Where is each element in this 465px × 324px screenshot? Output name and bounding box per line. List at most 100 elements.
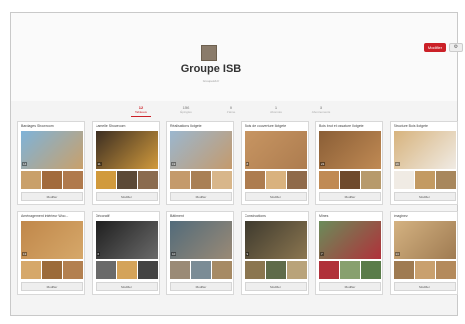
board-card[interactable]: Lamelle Showroom 11 Modifier xyxy=(91,121,160,205)
board-card[interactable]: Constructions 9 Modifier xyxy=(240,211,309,295)
board-thumbnail[interactable] xyxy=(116,171,137,189)
board-title[interactable]: Imaginez xyxy=(394,214,456,218)
board-thumbnail[interactable] xyxy=(244,171,265,189)
edit-board-button[interactable]: Modifier xyxy=(21,282,83,291)
board-cover-image[interactable] xyxy=(393,131,456,169)
board-title[interactable]: Lamelle Showroom xyxy=(96,124,158,128)
stat-followers[interactable]: 1 Abonnés xyxy=(256,105,296,114)
pin-count: 21 xyxy=(320,162,326,166)
board-title[interactable]: Constructions xyxy=(245,214,307,218)
board-thumbnail[interactable] xyxy=(116,261,137,279)
board-title[interactable]: Bois brut et ossature Ilotgete xyxy=(319,124,381,128)
pin-count: 19 xyxy=(171,162,177,166)
board-cover-image[interactable] xyxy=(21,221,83,259)
pin-count: 8 xyxy=(245,162,250,166)
edit-board-button[interactable]: Modifier xyxy=(170,282,232,291)
edit-board-button[interactable]: Modifier xyxy=(393,192,456,201)
board-thumbnail[interactable] xyxy=(170,171,190,189)
board-cover-image[interactable] xyxy=(393,221,456,259)
board-title[interactable]: Bois de couverture Ilotgete xyxy=(245,124,307,128)
board-thumbnail[interactable] xyxy=(95,261,116,279)
board-cover-image[interactable] xyxy=(21,131,83,169)
board-card[interactable]: Décoratif 6 Modifier xyxy=(91,211,160,295)
board-title[interactable]: Décoratif xyxy=(96,214,158,218)
board-card[interactable]: Structure Bois Ilotgete 16 Modifier xyxy=(389,121,458,205)
board-thumbnail[interactable] xyxy=(191,261,211,279)
gear-icon[interactable]: ⚙ xyxy=(449,43,463,52)
edit-board-button[interactable]: Modifier xyxy=(319,192,381,201)
board-thumbnail[interactable] xyxy=(340,261,360,279)
board-title[interactable]: Bardages Showroom xyxy=(21,124,83,128)
edit-board-button[interactable]: Modifier xyxy=(244,282,307,291)
board-card[interactable]: Bois de couverture Ilotgete 8 Modifier xyxy=(240,121,309,205)
board-thumbnail[interactable] xyxy=(137,171,158,189)
board-title[interactable]: Mines xyxy=(319,214,381,218)
board-thumbnail[interactable] xyxy=(340,171,360,189)
board-thumbnail[interactable] xyxy=(63,171,83,189)
stat-boards[interactable]: 12 Tableaux xyxy=(121,105,161,117)
board-thumbnail[interactable] xyxy=(361,171,381,189)
board-cover-image[interactable] xyxy=(170,221,232,259)
board-thumbnail[interactable] xyxy=(286,261,307,279)
profile-website[interactable]: Groupeisb.fr xyxy=(171,79,251,83)
board-thumbnail[interactable] xyxy=(286,171,307,189)
board-thumbnail[interactable] xyxy=(42,171,62,189)
board-thumbnail[interactable] xyxy=(435,261,456,279)
board-card[interactable]: Aménagement intérieur Woo... 13 Modifier xyxy=(17,211,85,295)
board-card[interactable]: Bois brut et ossature Ilotgete 21 Modifier xyxy=(315,121,383,205)
edit-profile-button[interactable]: Modifier xyxy=(424,43,446,52)
board-title[interactable]: Aménagement intérieur Woo... xyxy=(21,214,83,218)
board-thumbnail[interactable] xyxy=(319,171,339,189)
edit-board-button[interactable]: Modifier xyxy=(393,282,456,291)
board-thumbnail[interactable] xyxy=(319,261,339,279)
board-thumbnail[interactable] xyxy=(170,261,190,279)
board-thumbnail[interactable] xyxy=(414,171,435,189)
pin-count: 16 xyxy=(394,162,400,166)
edit-board-button[interactable]: Modifier xyxy=(319,282,381,291)
edit-board-button[interactable]: Modifier xyxy=(170,192,232,201)
board-card[interactable]: Bâtiment 10 Modifier xyxy=(166,211,234,295)
board-card[interactable]: Réalisations Ilotgete 19 Modifier xyxy=(166,121,234,205)
board-cover-image[interactable] xyxy=(319,131,381,169)
stat-pins[interactable]: 156 Épingles xyxy=(166,105,206,114)
board-thumbnail[interactable] xyxy=(21,261,41,279)
board-thumbnail[interactable] xyxy=(42,261,62,279)
board-title[interactable]: Structure Bois Ilotgete xyxy=(394,124,456,128)
board-thumbnail[interactable] xyxy=(361,261,381,279)
board-thumbnail[interactable] xyxy=(63,261,83,279)
board-card[interactable]: Imaginez 14 Modifier xyxy=(389,211,458,295)
board-card[interactable]: Mines 7 Modifier xyxy=(315,211,383,295)
board-title[interactable]: Bâtiment xyxy=(170,214,232,218)
edit-board-button[interactable]: Modifier xyxy=(95,282,158,291)
stat-following[interactable]: 3 Abonnements xyxy=(301,105,341,114)
board-cover-image[interactable] xyxy=(95,131,158,169)
board-cover-image[interactable] xyxy=(95,221,158,259)
board-cover-image[interactable] xyxy=(244,221,307,259)
board-cover-image[interactable] xyxy=(170,131,232,169)
board-thumbnail[interactable] xyxy=(137,261,158,279)
board-thumbnail[interactable] xyxy=(265,171,286,189)
board-thumbnail[interactable] xyxy=(191,171,211,189)
board-thumbnail[interactable] xyxy=(414,261,435,279)
board-thumbnail[interactable] xyxy=(212,261,232,279)
board-card[interactable]: Bardages Showroom 14 Modifier xyxy=(17,121,85,205)
board-thumbnail[interactable] xyxy=(244,261,265,279)
board-thumbnail[interactable] xyxy=(21,171,41,189)
board-thumbnail[interactable] xyxy=(435,171,456,189)
pin-count: 9 xyxy=(245,252,250,256)
board-cover-image[interactable] xyxy=(244,131,307,169)
board-cover-image[interactable] xyxy=(319,221,381,259)
edit-board-button[interactable]: Modifier xyxy=(21,192,83,201)
edit-board-button[interactable]: Modifier xyxy=(244,192,307,201)
board-thumbnail[interactable] xyxy=(212,171,232,189)
board-thumbnail[interactable] xyxy=(393,261,414,279)
profile-avatar xyxy=(201,45,217,61)
pin-count: 14 xyxy=(394,252,400,256)
board-title[interactable]: Réalisations Ilotgete xyxy=(170,124,232,128)
board-thumbnail[interactable] xyxy=(393,171,414,189)
edit-board-button[interactable]: Modifier xyxy=(95,192,158,201)
pin-count: 11 xyxy=(96,162,102,166)
board-thumbnail[interactable] xyxy=(95,171,116,189)
stat-likes[interactable]: 0 J'aime xyxy=(211,105,251,114)
board-thumbnail[interactable] xyxy=(265,261,286,279)
